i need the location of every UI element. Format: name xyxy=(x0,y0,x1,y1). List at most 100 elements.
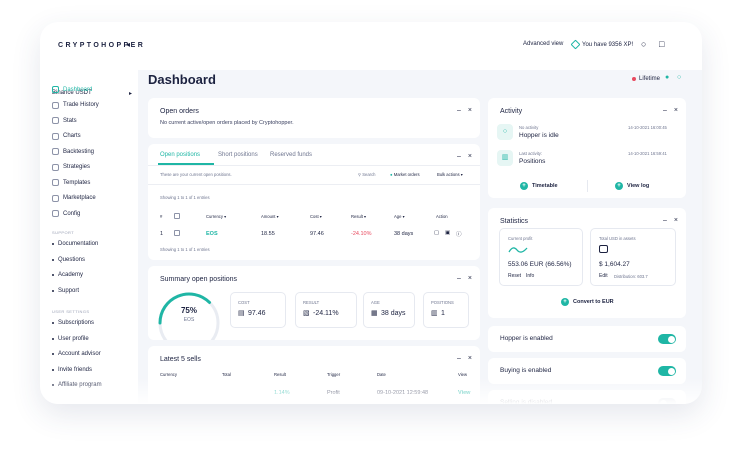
info-icon[interactable]: ⓘ xyxy=(456,230,462,238)
wallet-icon xyxy=(599,245,608,253)
minimize-icon[interactable]: – xyxy=(457,153,461,160)
chart-icon: ▧ xyxy=(303,310,310,317)
toggle-label: Hopper is enabled xyxy=(500,335,553,342)
divider xyxy=(148,184,480,185)
sidebar-item-trade-history[interactable]: Trade History xyxy=(52,101,99,109)
row-number: 1 xyxy=(160,231,164,237)
sidebar-item-dashboard[interactable]: Dashboard xyxy=(52,86,92,93)
statistics-title: Statistics xyxy=(500,218,529,225)
close-icon[interactable]: × xyxy=(674,107,678,114)
distribution-text: Distribution: 603.7 xyxy=(614,273,648,279)
edit-link[interactable]: Edit xyxy=(599,273,608,279)
sidebar-item-academy[interactable]: Academy xyxy=(52,272,83,278)
divider xyxy=(587,180,588,192)
divider xyxy=(148,165,480,166)
showing-entries-top: Showing 1 to 1 of 1 entries xyxy=(160,195,210,200)
sell-view-link[interactable]: View xyxy=(458,390,470,396)
toggle-switch[interactable] xyxy=(658,366,676,376)
sidebar-item-support[interactable]: Support xyxy=(52,288,79,294)
close-icon[interactable]: × xyxy=(468,153,472,160)
sell-icon[interactable]: ▢ xyxy=(434,230,439,236)
info-link[interactable]: Info xyxy=(526,273,534,279)
lifetime-selector[interactable]: Lifetime xyxy=(632,76,660,82)
tab-open-positions[interactable]: Open positions xyxy=(160,152,200,158)
close-icon[interactable]: × xyxy=(674,217,678,224)
sidebar-item-questions[interactable]: Questions xyxy=(52,257,85,263)
sidebar-item-strategies[interactable]: Strategies xyxy=(52,163,90,171)
profit-trend-icon xyxy=(508,247,528,253)
timetable-button[interactable]: + Timetable xyxy=(520,182,558,190)
row-currency[interactable]: EOS xyxy=(206,231,218,237)
minimize-icon[interactable]: – xyxy=(663,107,667,114)
close-icon[interactable]: × xyxy=(468,107,472,114)
donut-chart xyxy=(158,292,220,340)
sidebar-item-user-profile[interactable]: User profile xyxy=(52,336,89,342)
bullet-icon xyxy=(52,289,54,292)
convert-button[interactable]: + Convert to EUR xyxy=(561,298,614,306)
collapse-sidebar-icon[interactable]: ◂ xyxy=(126,40,130,49)
sidebar-item-documentation[interactable]: Documentation xyxy=(52,241,98,247)
search-input[interactable]: ⚲ Search xyxy=(358,172,376,177)
idle-icon: ○ xyxy=(497,124,513,140)
toggle-switch[interactable] xyxy=(658,398,676,404)
sidebar-item-config[interactable]: Config xyxy=(52,210,80,217)
sidebar-item-templates[interactable]: Templates xyxy=(52,179,90,186)
chat-icon[interactable]: □ xyxy=(659,39,664,49)
minimize-icon[interactable]: – xyxy=(663,217,667,224)
minimize-icon[interactable]: – xyxy=(457,355,461,362)
summary-box-label: POSITIONS xyxy=(431,300,454,305)
strategies-icon xyxy=(52,163,59,171)
bullet-icon xyxy=(52,368,54,371)
card-controls: – × xyxy=(457,107,472,114)
toggle-label: Selling is disabled xyxy=(500,399,553,404)
minimize-icon[interactable]: – xyxy=(457,275,461,282)
cart-icon[interactable]: ▣ xyxy=(445,230,450,236)
sidebar-item-label: Questions xyxy=(58,256,86,263)
dashboard-icon xyxy=(52,86,59,93)
toggle-label: Buying is enabled xyxy=(500,367,552,374)
sidebar-item-label: Backtesting xyxy=(63,148,95,155)
sidebar-item-label: Config xyxy=(63,210,81,217)
app-window: CRYPTOHOPPER ◂ Advanced view You have 93… xyxy=(40,22,702,404)
positions-info: These are your current open positions. xyxy=(160,172,232,177)
toggle-switch[interactable] xyxy=(658,334,676,344)
sidebar-item-subscriptions[interactable]: Subscriptions xyxy=(52,320,94,326)
xp-badge[interactable]: You have 9356 XP! xyxy=(570,39,634,50)
card-controls: – × xyxy=(663,217,678,224)
stats-icon xyxy=(52,117,59,124)
positions-icon: ▥ xyxy=(497,150,513,166)
summary-box-value: 1 xyxy=(441,310,445,317)
sidebar-item-charts[interactable]: Charts xyxy=(52,132,81,140)
user-icon[interactable]: ○ xyxy=(641,39,646,49)
close-icon[interactable]: × xyxy=(468,275,472,282)
sidebar-item-affiliate-program[interactable]: Affiliate program xyxy=(52,382,102,388)
advanced-view-link[interactable]: Advanced view xyxy=(523,41,563,47)
activity-status: Hopper is idle xyxy=(519,132,559,139)
close-icon[interactable]: × xyxy=(468,355,472,362)
tab-short-positions[interactable]: Short positions xyxy=(218,152,258,158)
row-checkbox[interactable] xyxy=(174,230,180,236)
sidebar-item-label: Marketplace xyxy=(63,195,96,201)
select-all-checkbox[interactable] xyxy=(174,213,180,219)
market-orders-toggle[interactable]: ● Market orders xyxy=(390,172,420,177)
bulk-actions-dropdown[interactable]: Bulk actions ▾ xyxy=(437,172,463,177)
status-icon: ○ xyxy=(677,74,682,81)
sidebar-item-label: Support xyxy=(58,287,80,294)
section-header-support: SUPPORT xyxy=(52,230,75,235)
bullet-icon xyxy=(52,274,54,276)
plus-icon: + xyxy=(615,182,623,190)
reset-link[interactable]: Reset xyxy=(508,273,521,279)
sidebar-item-account-advisor[interactable]: Account advisor xyxy=(52,351,101,357)
donut-percent: 75% xyxy=(180,306,197,315)
sidebar-item-stats[interactable]: Stats xyxy=(52,117,77,124)
tab-reserved-funds[interactable]: Reserved funds xyxy=(270,152,312,158)
view-log-button[interactable]: + View log xyxy=(615,182,649,190)
gear-icon xyxy=(52,210,59,217)
sidebar-item-backtesting[interactable]: Backtesting xyxy=(52,148,94,155)
minimize-icon[interactable]: – xyxy=(457,107,461,114)
bullet-icon xyxy=(52,384,54,386)
sidebar-item-invite-friends[interactable]: Invite friends xyxy=(52,367,92,373)
xp-label: You have 9356 XP! xyxy=(582,41,634,48)
logo[interactable]: CRYPTOHOPPER xyxy=(58,42,145,49)
sidebar-item-marketplace[interactable]: Marketplace xyxy=(52,194,96,202)
